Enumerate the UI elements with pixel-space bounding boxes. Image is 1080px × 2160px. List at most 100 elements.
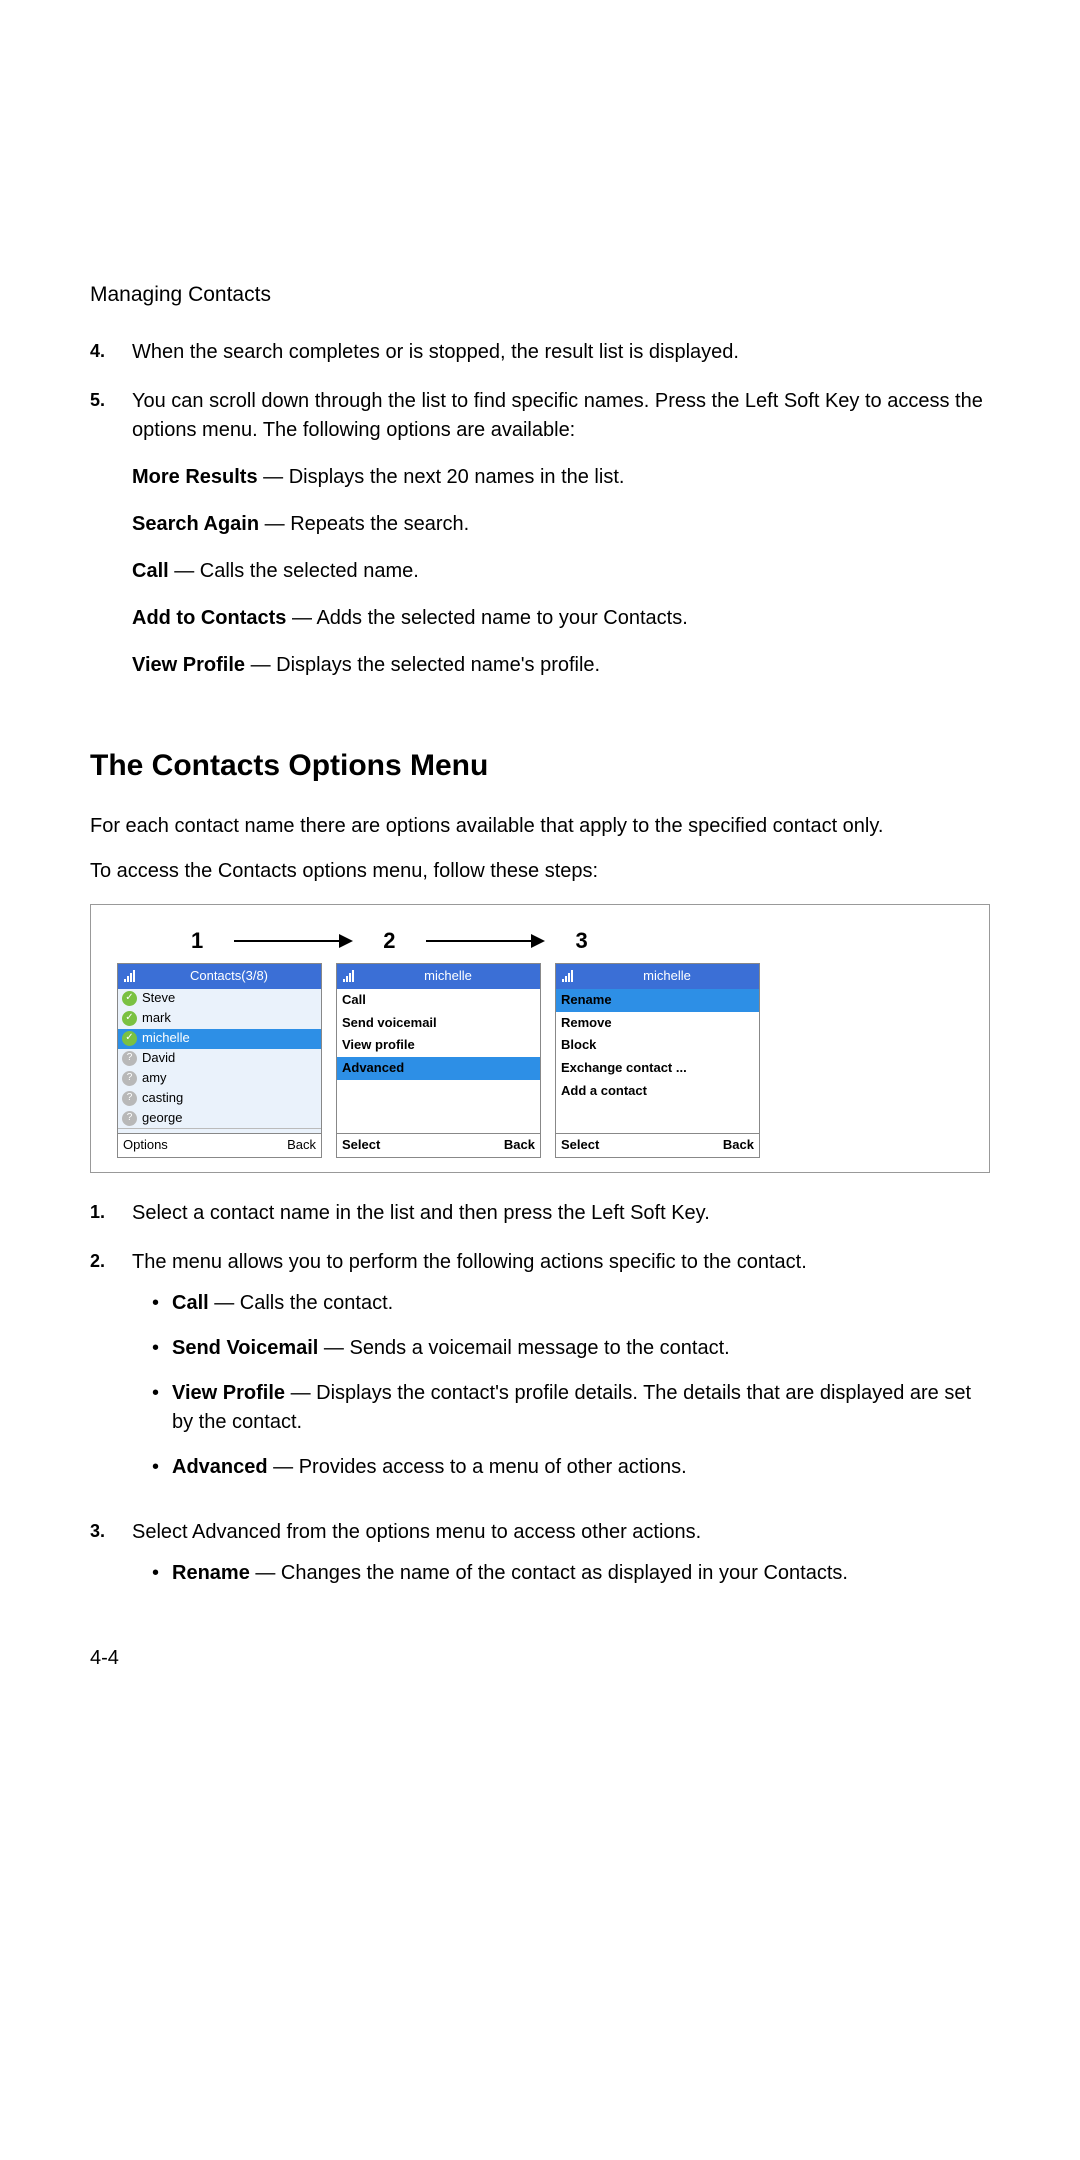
- left-softkey: Select: [561, 1136, 599, 1155]
- option-definition: Add to Contacts — Adds the selected name…: [132, 604, 990, 633]
- softkey-bar: Options Back: [118, 1133, 321, 1157]
- signal-icon: [124, 970, 135, 982]
- bullet-item: •Advanced — Provides access to a menu of…: [132, 1453, 990, 1482]
- menu-item: Block: [556, 1034, 759, 1057]
- option-desc: — Calls the selected name.: [169, 560, 419, 582]
- bullet-item: •Call — Calls the contact.: [132, 1289, 990, 1318]
- contact-name: casting: [142, 1089, 183, 1108]
- screen-statusbar: Contacts(3/8): [118, 964, 321, 989]
- bullet-list: •Call — Calls the contact. •Send Voicema…: [132, 1289, 990, 1482]
- item-number: 3.: [90, 1518, 132, 1604]
- option-label: View Profile: [132, 654, 245, 676]
- menu-item: Add a contact: [556, 1080, 759, 1103]
- step-labels-row: 1 2 3: [101, 925, 979, 957]
- status-offline-icon: ?: [122, 1111, 137, 1126]
- option-desc: — Displays the next 20 names in the list…: [258, 466, 625, 488]
- contact-row: ?george: [118, 1109, 321, 1129]
- list-item: 3. Select Advanced from the options menu…: [90, 1518, 990, 1604]
- status-online-icon: ✓: [122, 991, 137, 1006]
- bullet-text: Advanced — Provides access to a menu of …: [172, 1453, 990, 1482]
- list-item: 5. You can scroll down through the list …: [90, 387, 990, 698]
- signal-icon: [562, 970, 573, 982]
- contact-name: mark: [142, 1009, 171, 1028]
- right-softkey: Back: [287, 1136, 316, 1155]
- menu-item: Remove: [556, 1012, 759, 1035]
- option-definition: More Results — Displays the next 20 name…: [132, 463, 990, 492]
- bullet-text: Send Voicemail — Sends a voicemail messa…: [172, 1334, 990, 1363]
- right-softkey: Back: [723, 1136, 754, 1155]
- item-number: 4.: [90, 338, 132, 367]
- left-softkey: Select: [342, 1136, 380, 1155]
- contact-row: ✓ mark: [118, 1009, 321, 1029]
- bullet-item: •Send Voicemail — Sends a voicemail mess…: [132, 1334, 990, 1363]
- menu-item: Call: [337, 989, 540, 1012]
- softkey-bar: Select Back: [337, 1133, 540, 1157]
- menu-item: Exchange contact ...: [556, 1057, 759, 1080]
- screen-statusbar: michelle: [337, 964, 540, 989]
- option-desc: — Changes the name of the contact as dis…: [250, 1562, 848, 1584]
- bullet-icon: •: [152, 1289, 172, 1318]
- option-label: Rename: [172, 1562, 250, 1584]
- options-menu: Call Send voicemail View profile Advance…: [337, 989, 540, 1133]
- screen-title: michelle: [362, 967, 534, 986]
- right-softkey: Back: [504, 1136, 535, 1155]
- section-header: Managing Contacts: [90, 280, 990, 310]
- softkey-bar: Select Back: [556, 1133, 759, 1157]
- advanced-menu: Rename Remove Block Exchange contact ...…: [556, 989, 759, 1133]
- screen-title: michelle: [581, 967, 753, 986]
- item-text: You can scroll down through the list to …: [132, 390, 983, 441]
- status-offline-icon: ?: [122, 1051, 137, 1066]
- phone-screen-2: michelle Call Send voicemail View profil…: [336, 963, 541, 1158]
- screens-row: Contacts(3/8) ✓ Steve ✓ mark ✓michelle ? Da…: [101, 963, 979, 1158]
- bullet-item: •View Profile — Displays the contact's p…: [132, 1379, 990, 1437]
- left-softkey: Options: [123, 1136, 168, 1155]
- contact-row: ? amy: [118, 1069, 321, 1089]
- section-heading: The Contacts Options Menu: [90, 744, 990, 788]
- step-number: 1: [191, 925, 203, 957]
- instruction-list-1: 4. When the search completes or is stopp…: [90, 338, 990, 698]
- option-desc: — Provides access to a menu of other act…: [268, 1456, 687, 1478]
- phone-screen-1: Contacts(3/8) ✓ Steve ✓ mark ✓michelle ? Da…: [117, 963, 322, 1158]
- item-body: You can scroll down through the list to …: [132, 387, 990, 698]
- bullet-text: View Profile — Displays the contact's pr…: [172, 1379, 990, 1437]
- bullet-icon: •: [152, 1334, 172, 1363]
- contacts-list: ✓ Steve ✓ mark ✓michelle ? David ? amy ? cast…: [118, 989, 321, 1133]
- list-item: 1. Select a contact name in the list and…: [90, 1199, 990, 1228]
- option-desc: — Calls the contact.: [209, 1292, 394, 1314]
- menu-item: View profile: [337, 1034, 540, 1057]
- contact-row-selected: ✓michelle: [118, 1029, 321, 1049]
- contact-name: David: [142, 1049, 175, 1068]
- item-number: 1.: [90, 1199, 132, 1228]
- contact-name: Steve: [142, 989, 175, 1008]
- option-desc: — Sends a voicemail message to the conta…: [318, 1337, 729, 1359]
- option-label: Advanced: [172, 1456, 268, 1478]
- bullet-icon: •: [152, 1453, 172, 1482]
- intro-paragraph: To access the Contacts options menu, fol…: [90, 857, 990, 886]
- option-desc: — Repeats the search.: [259, 513, 469, 535]
- option-label: Search Again: [132, 513, 259, 535]
- contact-row: ✓ Steve: [118, 989, 321, 1009]
- option-definition: Call — Calls the selected name.: [132, 557, 990, 586]
- figure-container: 1 2 3 Contacts(3/8) ✓ Steve ✓ mark ✓michel…: [90, 904, 990, 1173]
- item-body: Select Advanced from the options menu to…: [132, 1518, 990, 1604]
- list-item: 2. The menu allows you to perform the fo…: [90, 1248, 990, 1498]
- contact-name: michelle: [142, 1029, 190, 1048]
- option-label: Call: [172, 1292, 209, 1314]
- status-online-icon: ✓: [122, 1011, 137, 1026]
- bullet-icon: •: [152, 1559, 172, 1588]
- option-desc: — Displays the contact's profile details…: [172, 1382, 971, 1433]
- step-number: 3: [576, 925, 588, 957]
- item-number: 5.: [90, 387, 132, 698]
- option-definition: Search Again — Repeats the search.: [132, 510, 990, 539]
- bullet-icon: •: [152, 1379, 172, 1437]
- arrow-icon: [406, 934, 566, 948]
- option-label: More Results: [132, 466, 258, 488]
- contact-name: amy: [142, 1069, 167, 1088]
- option-label: View Profile: [172, 1382, 285, 1404]
- option-definition: View Profile — Displays the selected nam…: [132, 651, 990, 680]
- bullet-text: Rename — Changes the name of the contact…: [172, 1559, 990, 1588]
- option-label: Add to Contacts: [132, 607, 286, 629]
- item-text: Select a contact name in the list and th…: [132, 1199, 990, 1228]
- status-offline-icon: ?: [122, 1071, 137, 1086]
- list-item: 4. When the search completes or is stopp…: [90, 338, 990, 367]
